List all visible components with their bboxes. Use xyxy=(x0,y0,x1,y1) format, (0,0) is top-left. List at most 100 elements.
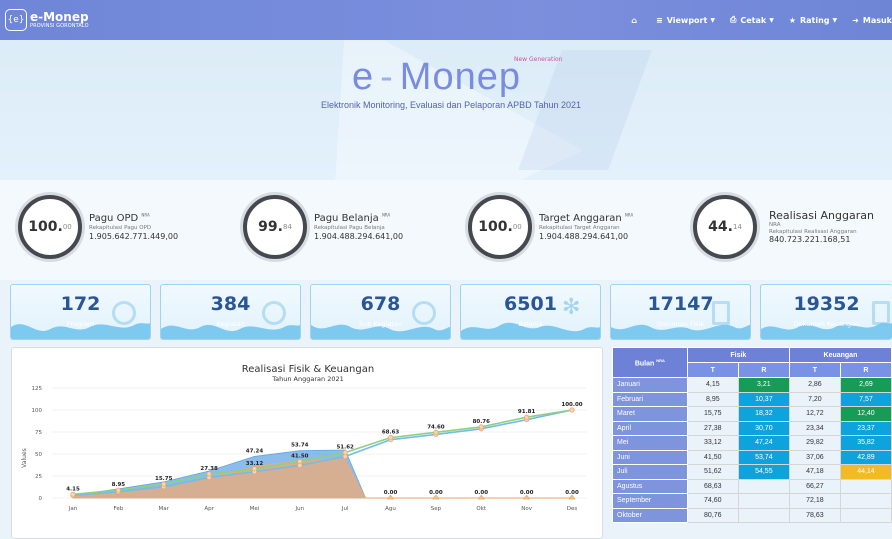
th-fisik: Fisik xyxy=(686,347,790,363)
data-label: 15.75 xyxy=(155,476,173,482)
nav-menu: ⌂ ≡ Viewport ▼ ⎙ Cetak ▼ ★ Rating ▼ ➜ Ma… xyxy=(631,0,892,40)
brand[interactable]: {e} e-Monep PROVINSI GORONTALO xyxy=(5,0,89,40)
card-kegiatan[interactable]: 384 Kegiatan xyxy=(160,284,301,340)
td-keuangan-target: 12,72 xyxy=(788,406,841,422)
x-tick-label: Sep xyxy=(431,506,442,512)
table-row: September 74,60 72,18 xyxy=(612,493,892,509)
td-month: Juli xyxy=(612,464,688,480)
stat-title: Pagu OPD NRA xyxy=(89,212,150,224)
stat-decimal: 84 xyxy=(282,223,292,231)
chart-title: Realisasi Fisik & Keuangan xyxy=(242,364,374,375)
data-label: 0.00 xyxy=(474,490,488,496)
td-fisik-realisasi: 54,55 xyxy=(737,464,790,480)
stat-target-anggaran: 100. 00 Target Anggaran NRA Rekapitulasi … xyxy=(468,192,633,262)
card-label: Program xyxy=(66,320,95,328)
table-row: Januari 4,15 3,21 2,86 2,69 xyxy=(612,377,892,393)
data-label: 47.24 xyxy=(246,448,264,454)
td-keuangan-target: 72,18 xyxy=(788,493,841,509)
nav-home[interactable]: ⌂ xyxy=(631,16,641,25)
table-row: Juni 41,50 53,74 37,06 42,89 xyxy=(612,449,892,465)
x-tick-label: Des xyxy=(567,506,578,512)
td-fisik-realisasi: 18,32 xyxy=(737,406,790,422)
brand-text: e-Monep PROVINSI GORONTALO xyxy=(30,11,89,29)
summary-cards: 172 Program 384 Kegiatan 678 Sub Kegiata… xyxy=(0,280,892,345)
y-tick-label: 0 xyxy=(39,496,43,502)
y-tick-label: 125 xyxy=(32,386,43,392)
td-fisik-realisasi: 3,21 xyxy=(737,377,790,393)
table-row: Mei 33,12 47,24 29,82 35,82 xyxy=(612,435,892,451)
stat-title: Realisasi Anggaran xyxy=(769,209,874,223)
td-fisik-target: 27,38 xyxy=(686,420,739,436)
td-fisik-realisasi xyxy=(737,478,790,494)
card-program[interactable]: 172 Program xyxy=(10,284,151,340)
card-number: 17147 xyxy=(647,293,714,315)
td-keuangan-realisasi xyxy=(839,507,892,523)
stats-row: 100. 00 Pagu OPD NRA Rekapitulasi Pagu OP… xyxy=(0,180,892,280)
card-dokumen-fisik[interactable]: 17147 Dokumen Fisik xyxy=(610,284,751,340)
hero-title: e - Monep xyxy=(352,58,521,96)
td-keuangan-realisasi: 42,89 xyxy=(839,449,892,465)
hero-title-monep: Monep xyxy=(399,56,521,98)
star-icon: ★ xyxy=(788,15,796,25)
card-dokumen-keuangan[interactable]: 19352 Dokumen Keuangan xyxy=(760,284,892,340)
td-keuangan-realisasi: 7,57 xyxy=(839,391,892,407)
data-label: 0.00 xyxy=(520,490,534,496)
stat-value: 840.723.221.168,51 xyxy=(769,235,851,245)
data-label: 68.63 xyxy=(382,430,400,436)
data-label: 4.15 xyxy=(66,486,80,492)
series-point xyxy=(569,407,575,413)
nav-viewport-label: Viewport xyxy=(666,15,708,25)
td-keuangan-target: 7,20 xyxy=(788,391,841,407)
chart-subtitle: Tahun Anggaran 2021 xyxy=(271,375,344,383)
stat-realisasi-anggaran: 44. 14 Realisasi Anggaran NRA Rekapitulas… xyxy=(693,192,874,262)
table-row: Oktober 80,76 78,63 xyxy=(612,507,892,523)
nav-cetak[interactable]: ⎙ Cetak ▼ xyxy=(730,15,774,25)
nav-cetak-label: Cetak xyxy=(740,15,767,25)
td-fisik-target: 41,50 xyxy=(686,449,739,465)
stat-sup: NRA xyxy=(769,222,781,229)
td-month: Mei xyxy=(612,435,688,451)
card-number: 172 xyxy=(60,293,101,315)
x-tick-label: Apr xyxy=(204,506,214,512)
td-keuangan-target: 66,27 xyxy=(788,478,841,494)
nav-masuk[interactable]: ➜ Masuk xyxy=(852,16,892,25)
y-tick-label: 75 xyxy=(35,430,42,436)
nav-rating[interactable]: ★ Rating ▼ xyxy=(789,16,837,25)
x-tick-label: Agu xyxy=(385,506,396,512)
td-fisik-target: 74,60 xyxy=(686,493,739,509)
series-point xyxy=(297,458,303,465)
td-month: April xyxy=(612,420,688,436)
card-number: 19352 xyxy=(793,293,860,315)
stat-number: 44. xyxy=(708,219,733,235)
data-label: 0.00 xyxy=(565,490,579,496)
progress-ring: 44. 14 xyxy=(693,195,757,259)
chevron-down-icon: ▼ xyxy=(769,16,774,24)
hero-title-dash: - xyxy=(380,56,394,98)
brand-logo-icon: {e} xyxy=(5,9,27,31)
nav-viewport[interactable]: ≡ Viewport ▼ xyxy=(656,16,715,25)
stat-pagu-opd: 100. 00 Pagu OPD NRA Rekapitulasi Pagu OP… xyxy=(18,192,178,262)
td-fisik-target: 8,95 xyxy=(686,391,739,407)
td-keuangan-target: 2,86 xyxy=(788,377,841,393)
table-row: Juli 51,62 54,55 47,18 44,14 xyxy=(612,464,892,480)
card-sub-kegiatan[interactable]: 678 Sub Kegiatan xyxy=(310,284,451,340)
series-point xyxy=(524,414,530,420)
progress-ring: 100. 00 xyxy=(468,195,532,259)
td-keuangan-realisasi: 2,69 xyxy=(839,377,892,393)
chart-panel: Realisasi Fisik & Keuangan Tahun Anggara… xyxy=(11,347,603,539)
card-belanja[interactable]: ✻ 6501 Belanja xyxy=(460,284,601,340)
bars-icon: ≡ xyxy=(656,15,663,25)
data-label: 80.76 xyxy=(473,419,491,425)
stat-value: 1.905.642.771.449,00 xyxy=(89,231,179,241)
nav-masuk-label: Masuk xyxy=(862,15,892,25)
td-keuangan-realisasi: 23,37 xyxy=(839,420,892,436)
table-row: Februari 8,95 10,37 7,20 7,57 xyxy=(612,391,892,407)
td-fisik-realisasi xyxy=(737,493,790,509)
td-keuangan-target: 37,06 xyxy=(788,449,841,465)
td-fisik-target: 68,63 xyxy=(686,478,739,494)
data-label: 27.38 xyxy=(200,466,218,472)
series-point xyxy=(206,471,212,477)
card-number: 6501 xyxy=(504,293,557,315)
login-icon: ➜ xyxy=(852,15,859,25)
x-tick-label: Jan xyxy=(68,506,78,512)
